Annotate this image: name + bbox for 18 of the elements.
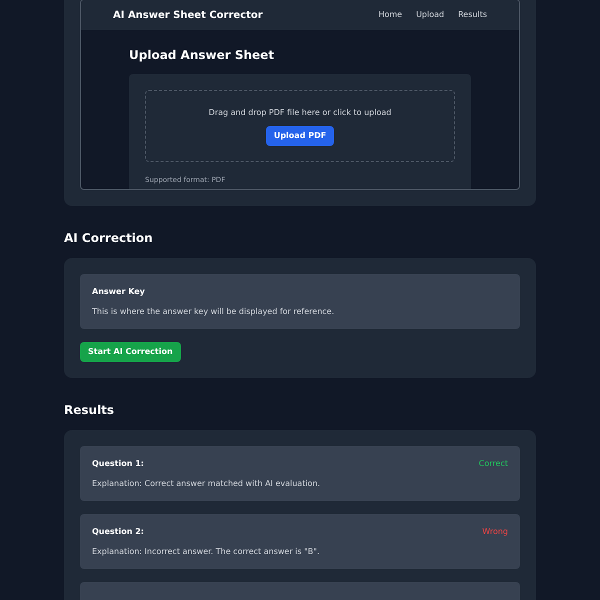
result-status: Wrong — [482, 526, 508, 538]
upload-heading: Upload Answer Sheet — [129, 47, 276, 64]
app-title: AI Answer Sheet Corrector — [113, 8, 263, 22]
question-label: Question 2: — [92, 526, 144, 538]
answer-key-text: This is where the answer key will be displayed for reference. — [92, 306, 336, 318]
answer-key-title: Answer Key — [92, 286, 146, 298]
section-heading: AI Correction — [64, 230, 154, 246]
nav-link[interactable]: Results — [458, 9, 487, 21]
explanation-text: Explanation: Correct answer matched with AI evaluation. — [92, 478, 322, 490]
result-status: Correct — [478, 458, 508, 470]
drop-instructions: Drag and drop PDF file here or click to upload — [208, 106, 392, 118]
section-heading: Results — [64, 402, 116, 418]
nav-link[interactable]: Home — [378, 9, 402, 21]
upload-pdf-button[interactable]: Upload PDF — [266, 126, 334, 146]
question-label: Question 1: — [92, 458, 144, 470]
nav-link[interactable]: Upload — [416, 9, 444, 21]
drop-zone[interactable]: Drag and drop PDF file here or click to upload Upload PDF — [145, 90, 455, 162]
explanation-text: Explanation: Incorrect answer. The correct answer is "B". — [92, 546, 320, 558]
